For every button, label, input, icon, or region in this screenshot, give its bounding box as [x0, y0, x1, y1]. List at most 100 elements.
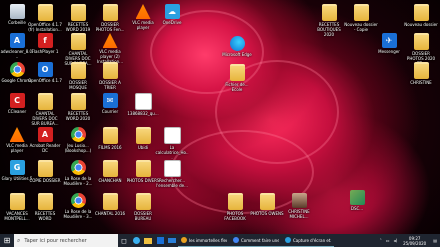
desktop-icon[interactable]: PHOTOS OWENS — [250, 193, 284, 216]
folder-icon — [37, 93, 53, 110]
desktop-icon-label: DOSSIER MOSQUE — [69, 80, 87, 90]
desktop-icon[interactable]: La calculatrice_Ho... — [155, 127, 189, 160]
notifications-icon[interactable]: ▤ — [430, 238, 440, 243]
folder-icon — [353, 4, 369, 21]
ccleaner-icon: C — [9, 93, 25, 108]
taskbar-app-button[interactable]: les immortelles fleu... — [178, 234, 230, 247]
desktop-icon-label: Rechercher... l'ensemble de... — [156, 178, 188, 188]
desktop-icon-label: OneDrive — [162, 20, 182, 25]
desktop-icon[interactable]: RECETTES BOUTIQUES 2020 — [312, 4, 346, 37]
desktop-icon-label: CHRISTINE — [410, 80, 432, 85]
taskbar-app-label: Capture d'écran et... — [293, 237, 331, 243]
desktop-icon-label: RECETTES WORD 2019 — [65, 22, 91, 32]
desktop-icon-label: La Rose de la Moudière - 3... — [63, 209, 93, 219]
desktop-icon[interactable]: FILMS 2016 — [93, 127, 127, 150]
folder-icon — [321, 4, 337, 21]
desktop-icon[interactable]: 13868832_qu... — [126, 93, 160, 116]
search-icon: ⌕ — [17, 236, 21, 244]
desktop-icon-label: Messenger — [378, 49, 400, 54]
desktop-icon-label: CHRISTINE MICHEL... — [288, 209, 310, 219]
desktop-icon[interactable]: CHRISTINE MICHEL... — [282, 193, 316, 219]
desktop-icon[interactable]: RECETTES WORD — [28, 193, 62, 221]
desktop-icon[interactable]: CHANTAL 2016 — [93, 193, 127, 216]
desktop-icon[interactable]: La Rose de la Moudière - 2... — [61, 160, 95, 186]
volume-icon[interactable]: ◂) — [392, 238, 400, 243]
network-icon[interactable]: ▭ — [384, 238, 392, 243]
start-button[interactable]: ⊞ — [0, 234, 14, 247]
desktop-icon-label: 13868832_qu... — [127, 111, 159, 116]
taskbar-store-icon[interactable] — [154, 234, 166, 247]
desktop-icon[interactable]: RECETTES WORD 2019 — [61, 4, 95, 32]
system-tray: ˄ ▭ ◂) 09:27 25/09/2020 ▤ — [378, 234, 440, 247]
folder-icon — [70, 33, 86, 50]
desktop-icon[interactable]: ✈ Messenger — [372, 33, 406, 54]
folder-icon — [135, 193, 151, 210]
mail-icon: ✉ — [102, 93, 118, 108]
desktop-icon[interactable]: DOSSIER BUREAU — [126, 193, 160, 221]
vlc-icon — [102, 33, 118, 48]
desktop-icon-label: CHANTAL 2016 — [94, 211, 126, 216]
folder-icon — [413, 4, 429, 21]
desktop-icon[interactable]: DOSSIER A TRIER — [93, 62, 127, 90]
desktop-icon[interactable]: f FlashPlayer 1 — [28, 33, 62, 54]
folder-icon — [102, 62, 118, 79]
vlc-icon — [9, 127, 25, 142]
desktop-icon[interactable]: Microsoft Edge — [220, 36, 254, 57]
openoffice-icon: O — [37, 62, 53, 77]
desktop-icon[interactable]: COPIE DOSSIER — [28, 160, 62, 183]
desktop-icon-label: Jeu Lusio... (Bookshop...) — [64, 143, 92, 153]
clock[interactable]: 09:27 25/09/2020 — [399, 236, 430, 246]
desktop-icon[interactable]: Rechercher... l'ensemble de... — [155, 160, 189, 188]
taskbar-app-button[interactable]: Comment faire une... — [230, 234, 282, 247]
taskbar-mail-icon[interactable] — [166, 234, 178, 247]
desktop-icon[interactable]: ☁ OneDrive — [155, 4, 189, 25]
folder-icon — [70, 62, 86, 79]
messenger-icon: ✈ — [381, 33, 397, 48]
acrobat-icon: A — [37, 127, 53, 142]
desktop-icon[interactable]: Jeu Lusio... (Bookshop...) — [61, 127, 95, 153]
desktop-icon[interactable]: DSC... — [340, 190, 374, 211]
desktop-icon[interactable]: Nouveau dossier - Copie — [344, 4, 378, 32]
desktop-icon[interactable]: OpenOffice 4.1.7 (fr) Installation... — [28, 4, 62, 32]
desktop-icon[interactable]: VLC media player (2) Installation... — [93, 33, 127, 64]
folder-icon — [102, 127, 118, 144]
folder-icon — [413, 62, 429, 79]
desktop-icon[interactable]: Fichier de... Ecole — [220, 64, 254, 92]
taskbar-app-button[interactable]: Capture d'écran et... — [282, 234, 334, 247]
taskbar-search-box[interactable]: ⌕ Taper ici pour rechercher — [14, 234, 118, 247]
desktop-icon[interactable]: PHOTOS FACEBOOK — [218, 193, 252, 221]
photo-icon — [349, 190, 365, 205]
desktop-icon[interactable]: O OpenOffice 4.1.7 — [28, 62, 62, 83]
folder-icon — [9, 193, 25, 210]
taskbar-edge-icon[interactable] — [130, 234, 142, 247]
desktop-icon-label: FlashPlayer 1 — [31, 49, 59, 54]
task-view-button[interactable]: ◻ — [118, 234, 130, 247]
desktop-icon-label: OpenOffice 4.1.7 — [28, 78, 62, 83]
app-icon — [285, 237, 291, 243]
desktop-icon-label: DOSSIER PHOTOS Fen... — [95, 22, 125, 32]
desktop-icon[interactable]: CHANCHAN — [93, 160, 127, 183]
desktop-icon[interactable]: RECETTES WORD 2020 — [61, 93, 95, 121]
desktop-icon[interactable]: ✉ Courrier — [93, 93, 127, 114]
desktop-icon[interactable]: DOSSIER MOSQUE — [61, 62, 95, 90]
desktop-icon-label: COPIE DOSSIER — [29, 178, 61, 183]
desktop-icon[interactable]: La Rose de la Moudière - 3... — [61, 193, 95, 219]
desktop-icon[interactable]: DOSSIER PHOTOS Fen... — [93, 4, 127, 32]
desktop-icon[interactable]: Nouveau dossier — [404, 4, 438, 27]
desktop-icon-label: Microsoft Edge — [222, 52, 252, 57]
word-document-icon — [70, 4, 86, 21]
desktop-icon-label: Nouveau dossier - Copie — [344, 22, 378, 32]
desktop: Corbeille OpenOffice 4.1.7 (fr) Installat… — [0, 0, 440, 234]
pdf-icon — [134, 93, 152, 110]
desktop-icon[interactable]: CHRISTINE — [404, 62, 438, 85]
taskbar-explorer-icon[interactable] — [142, 234, 154, 247]
glary-icon: G — [9, 160, 25, 175]
chrome-icon — [70, 193, 86, 208]
recycle-bin-icon — [9, 4, 25, 19]
desktop-icon[interactable]: A Acrobat Reader DC — [28, 127, 62, 153]
desktop-icon[interactable]: CHANTAL DIVERS DOC SUR BUREA... — [28, 93, 62, 126]
app-icon — [233, 237, 239, 243]
search-placeholder: Taper ici pour rechercher — [24, 237, 87, 244]
desktop-icon-label: FILMS 2016 — [98, 145, 122, 150]
app-icon — [181, 237, 187, 243]
